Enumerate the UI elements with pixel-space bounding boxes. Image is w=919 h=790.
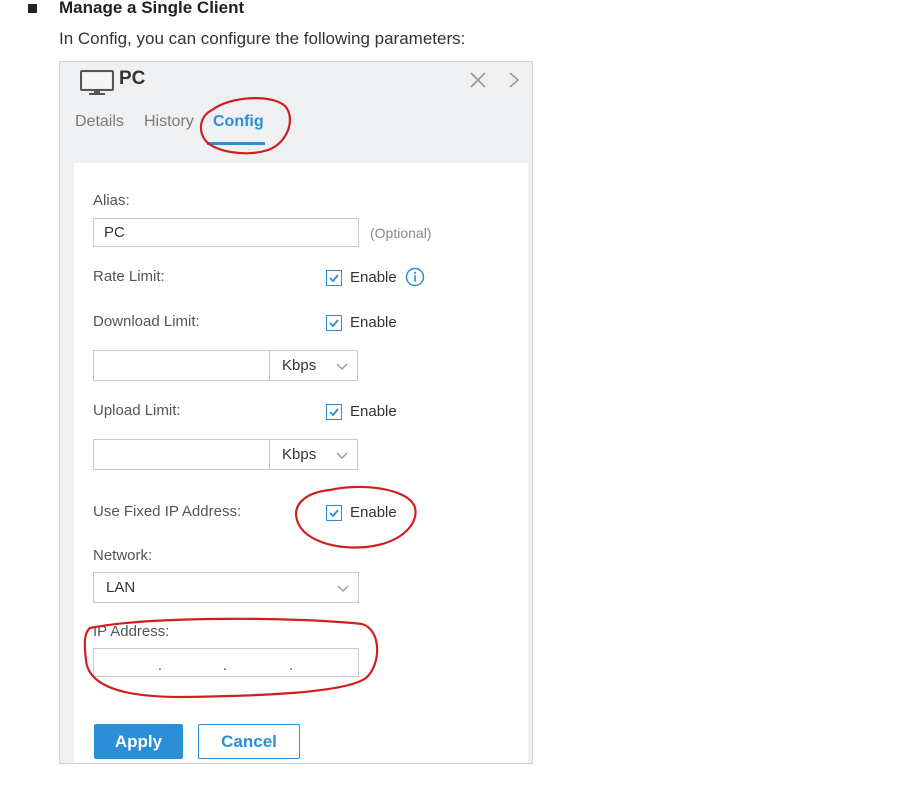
info-icon[interactable] <box>405 267 425 287</box>
panel-margin-left <box>60 163 74 763</box>
monitor-icon <box>80 70 114 95</box>
bullet-marker <box>28 4 37 13</box>
ip-separator: . <box>158 657 162 673</box>
section-heading: Manage a Single Client <box>59 0 245 17</box>
network-label: Network: <box>93 547 153 564</box>
download-limit-enable-label: Enable <box>350 314 397 331</box>
ip-address-label: IP Address: <box>93 623 170 640</box>
panel-title: PC <box>119 68 146 89</box>
download-limit-checkbox[interactable] <box>326 315 342 331</box>
upload-unit-value: Kbps <box>282 446 317 463</box>
upload-limit-field: Kbps <box>93 439 358 470</box>
upload-limit-enable-label: Enable <box>350 403 397 420</box>
download-unit-value: Kbps <box>282 357 317 374</box>
client-panel: PC Details History Config Alias: PC (Opt… <box>59 61 533 764</box>
apply-button[interactable]: Apply <box>94 724 183 759</box>
alias-input[interactable]: PC <box>93 218 359 247</box>
network-select[interactable]: LAN <box>93 572 359 603</box>
chevron-down-icon <box>336 363 348 370</box>
rate-limit-checkbox[interactable] <box>326 270 342 286</box>
close-icon[interactable] <box>469 71 487 89</box>
rate-limit-label: Rate Limit: <box>93 268 165 285</box>
chevron-down-icon <box>337 585 349 592</box>
panel-margin-right <box>528 163 532 763</box>
download-limit-field: Kbps <box>93 350 358 381</box>
alias-label: Alias: <box>93 192 130 209</box>
upload-limit-label: Upload Limit: <box>93 402 181 419</box>
fixed-ip-label: Use Fixed IP Address: <box>93 503 242 520</box>
upload-limit-checkbox[interactable] <box>326 404 342 420</box>
upload-unit-select[interactable]: Kbps <box>269 439 358 470</box>
ip-address-input[interactable]: . . . <box>93 648 359 677</box>
tab-details[interactable]: Details <box>75 113 124 131</box>
checkmark-icon <box>329 408 339 417</box>
checkmark-icon <box>329 319 339 328</box>
ip-separator: . <box>289 657 293 673</box>
download-limit-input[interactable] <box>93 350 270 381</box>
network-selected-value: LAN <box>106 579 136 596</box>
tab-history[interactable]: History <box>144 113 194 131</box>
checkmark-icon <box>329 509 339 518</box>
fixed-ip-checkbox[interactable] <box>326 505 342 521</box>
download-limit-label: Download Limit: <box>93 313 200 330</box>
config-form: Alias: PC (Optional) Rate Limit: Enable … <box>74 163 528 761</box>
download-unit-select[interactable]: Kbps <box>269 350 358 381</box>
cancel-button[interactable]: Cancel <box>198 724 300 759</box>
alias-optional-hint: (Optional) <box>370 225 432 241</box>
fixed-ip-enable-label: Enable <box>350 504 397 521</box>
checkmark-icon <box>329 274 339 283</box>
panel-header: PC Details History Config <box>60 62 532 163</box>
chevron-right-icon[interactable] <box>508 71 520 89</box>
rate-limit-enable-label: Enable <box>350 269 397 286</box>
active-tab-indicator <box>207 142 265 145</box>
ip-separator: . <box>223 657 227 673</box>
intro-text: In Config, you can configure the followi… <box>59 29 466 48</box>
chevron-down-icon <box>336 452 348 459</box>
upload-limit-input[interactable] <box>93 439 270 470</box>
tab-config[interactable]: Config <box>213 113 264 131</box>
